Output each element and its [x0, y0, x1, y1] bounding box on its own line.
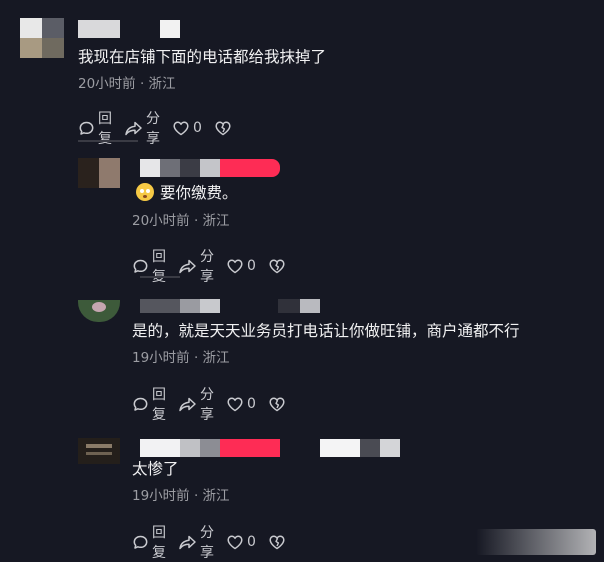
reply-icon	[132, 534, 149, 551]
comment-actions: 回复 分享 0	[132, 384, 298, 424]
comment-text: 太惨了	[132, 460, 179, 478]
comment-actions: 回复 分享 0	[132, 522, 298, 562]
reply-button[interactable]: 回复	[132, 384, 166, 424]
heart-icon	[172, 120, 190, 137]
share-icon	[178, 396, 197, 413]
reply-icon	[132, 258, 149, 275]
reply-label: 回复	[152, 249, 166, 285]
comment-text: 是的，就是天天业务员打电话让你做旺铺，商户通都不行	[132, 322, 520, 340]
comment-text: 要你缴费。	[136, 182, 238, 204]
reply-button[interactable]: 回复	[132, 522, 166, 562]
avatar[interactable]	[78, 438, 120, 464]
share-button[interactable]: 分享	[124, 108, 160, 148]
heart-icon	[226, 258, 244, 275]
reply-label: 回复	[152, 525, 166, 561]
avatar[interactable]	[78, 158, 120, 188]
comment-text: 我现在店铺下面的电话都给我抹掉了	[78, 48, 327, 66]
comment-actions: 回复 分享 0	[132, 246, 298, 286]
like-count: 0	[247, 396, 256, 412]
share-label: 分享	[200, 249, 214, 285]
divider	[140, 276, 180, 278]
like-button[interactable]: 0	[226, 396, 256, 413]
reply-button[interactable]: 回复	[78, 108, 112, 148]
username-blurred[interactable]	[140, 439, 400, 457]
reply-icon	[78, 120, 95, 137]
broken-heart-icon	[268, 396, 286, 413]
username-blurred[interactable]	[78, 20, 180, 38]
dislike-button[interactable]	[214, 120, 232, 137]
comment-meta: 20小时前 · 浙江	[132, 213, 230, 229]
share-label: 分享	[200, 387, 214, 423]
avatar[interactable]	[78, 300, 120, 322]
share-button[interactable]: 分享	[178, 246, 214, 286]
share-icon	[178, 534, 197, 551]
broken-heart-icon	[268, 258, 286, 275]
like-count: 0	[193, 120, 202, 136]
username-blurred[interactable]	[140, 159, 280, 177]
dislike-button[interactable]	[268, 534, 286, 551]
share-button[interactable]: 分享	[178, 384, 214, 424]
flushed-face-icon	[136, 183, 154, 201]
reply-button[interactable]: 回复	[132, 246, 166, 286]
share-icon	[124, 120, 143, 137]
comment-meta: 20小时前 · 浙江	[78, 76, 176, 92]
divider	[78, 140, 138, 142]
username-blurred[interactable]	[140, 299, 320, 313]
dislike-button[interactable]	[268, 258, 286, 275]
reply-icon	[132, 396, 149, 413]
share-label: 分享	[200, 525, 214, 561]
comment-meta: 19小时前 · 浙江	[132, 488, 230, 504]
like-count: 0	[247, 258, 256, 274]
comment-actions: 回复 分享 0	[78, 108, 244, 148]
comment-meta: 19小时前 · 浙江	[132, 350, 230, 366]
reply-label: 回复	[98, 111, 112, 147]
share-button[interactable]: 分享	[178, 522, 214, 562]
dislike-button[interactable]	[268, 396, 286, 413]
comment-text-content: 要你缴费。	[160, 184, 238, 202]
like-button[interactable]: 0	[172, 120, 202, 137]
share-label: 分享	[146, 111, 160, 147]
like-button[interactable]: 0	[226, 258, 256, 275]
broken-heart-icon	[214, 120, 232, 137]
heart-icon	[226, 534, 244, 551]
like-button[interactable]: 0	[226, 534, 256, 551]
share-icon	[178, 258, 197, 275]
heart-icon	[226, 396, 244, 413]
watermark	[476, 529, 596, 555]
reply-label: 回复	[152, 387, 166, 423]
avatar[interactable]	[20, 18, 64, 58]
like-count: 0	[247, 534, 256, 550]
broken-heart-icon	[268, 534, 286, 551]
